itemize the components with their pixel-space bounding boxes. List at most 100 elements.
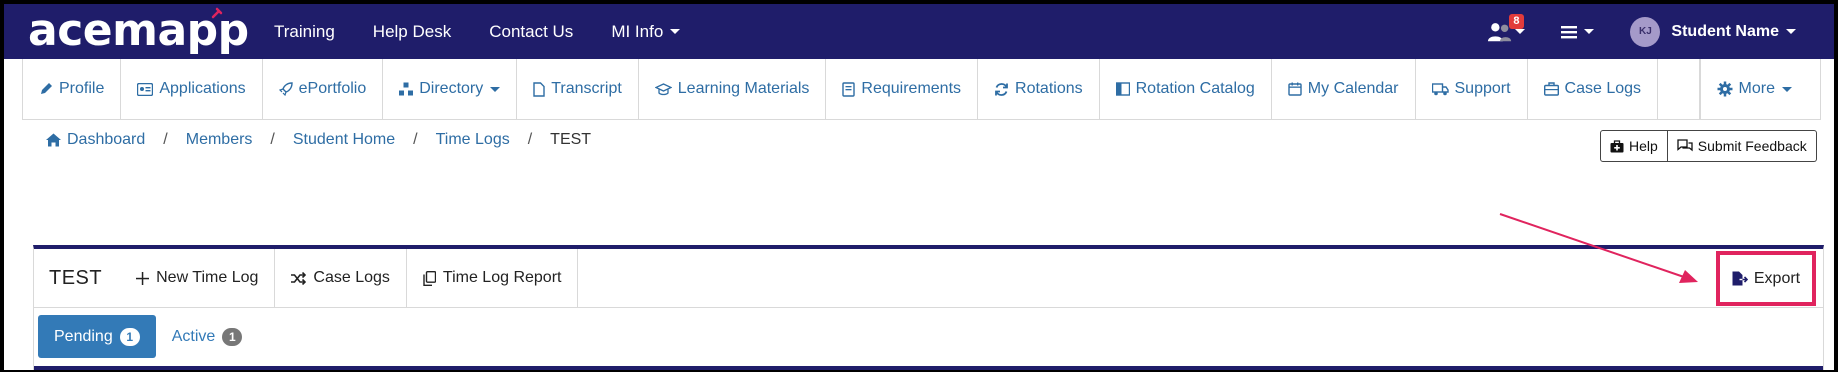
time-log-panel: TEST New Time Log Case Logs Time Log Rep…: [33, 245, 1824, 370]
chevron-down-icon: [1786, 29, 1796, 34]
secondary-nav: Profile Applications ePortfolio Director…: [22, 59, 1821, 120]
breadcrumb-current: TEST: [550, 131, 592, 148]
status-tabs: Pending 1 Active 1: [38, 315, 258, 358]
subnav-transcript[interactable]: Transcript: [517, 59, 639, 119]
book-icon: [842, 81, 856, 97]
subnav-requirements[interactable]: Requirements: [826, 59, 979, 119]
subnav-more[interactable]: More: [1699, 59, 1820, 119]
subnav-label: Rotation Catalog: [1135, 80, 1255, 97]
chevron-down-icon: [490, 86, 501, 92]
app-frame: acemapp Training Help Desk Contact Us MI…: [4, 4, 1834, 370]
tab-pending-count: 1: [119, 327, 140, 346]
nav-help-desk[interactable]: Help Desk: [373, 22, 451, 42]
breadcrumb-separator: /: [163, 131, 168, 148]
avatar[interactable]: KJ: [1630, 16, 1661, 47]
breadcrumb-members[interactable]: Members: [186, 131, 253, 149]
subnav-label: Applications: [159, 80, 246, 97]
plus-icon: [136, 271, 150, 285]
tab-active[interactable]: Active 1: [156, 315, 259, 358]
notifications-button[interactable]: 8: [1487, 13, 1526, 47]
panel-toolbar: TEST New Time Log Case Logs Time Log Rep…: [34, 249, 1823, 308]
export-button[interactable]: Export: [1716, 251, 1816, 306]
medkit-icon: [1610, 139, 1624, 152]
subnav-case-logs[interactable]: Case Logs: [1528, 59, 1659, 119]
tab-pending-label: Pending: [54, 327, 113, 345]
subnav-more-label: More: [1738, 80, 1775, 97]
subnav-spacer: [1658, 59, 1700, 119]
subnav-eportfolio[interactable]: ePortfolio: [263, 59, 384, 119]
export-label: Export: [1753, 269, 1801, 287]
breadcrumb-separator: /: [270, 131, 275, 148]
subnav-label: Profile: [59, 80, 105, 97]
case-logs-button[interactable]: Case Logs: [275, 249, 407, 307]
comments-icon: [1677, 139, 1693, 152]
subnav-rotation-catalog[interactable]: Rotation Catalog: [1100, 59, 1272, 119]
breadcrumb: Dashboard / Members / Student Home / Tim…: [46, 131, 591, 149]
sitemap-icon: [399, 82, 414, 96]
subnav-rotations[interactable]: Rotations: [978, 59, 1100, 119]
refresh-icon: [995, 82, 1008, 96]
breadcrumb-separator: /: [527, 131, 533, 148]
table-header-bar: [34, 366, 1823, 370]
gear-icon: [1717, 81, 1733, 97]
subnav-label: Directory: [419, 80, 484, 97]
breadcrumb-separator: /: [413, 131, 418, 148]
calendar-icon: [1288, 82, 1302, 96]
time-log-report-label: Time Log Report: [442, 269, 562, 286]
graduation-cap-icon: [654, 82, 672, 95]
top-navbar: acemapp Training Help Desk Contact Us MI…: [4, 4, 1834, 59]
new-time-log-label: New Time Log: [156, 269, 259, 286]
copy-icon: [423, 270, 436, 286]
book-open-icon: [1115, 82, 1130, 96]
home-icon: [46, 133, 61, 147]
truck-icon: [1431, 82, 1449, 95]
nav-contact-us[interactable]: Contact Us: [489, 22, 573, 42]
submit-feedback-button[interactable]: Submit Feedback: [1667, 130, 1817, 162]
nav-training[interactable]: Training: [274, 22, 335, 42]
nav-mi-info[interactable]: MI Info: [611, 21, 681, 42]
breadcrumb-student-home[interactable]: Student Home: [293, 131, 395, 149]
top-nav: Training Help Desk Contact Us MI Info: [274, 4, 718, 59]
tab-active-label: Active: [171, 327, 216, 345]
help-button[interactable]: Help: [1600, 130, 1668, 162]
hamburger-menu-button[interactable]: [1561, 25, 1595, 39]
file-icon: [533, 81, 545, 97]
subnav-label: Learning Materials: [677, 80, 810, 97]
subnav-label: ePortfolio: [298, 80, 367, 97]
id-card-icon: [137, 82, 154, 96]
logo-accent-icon: [211, 7, 223, 19]
new-time-log-button[interactable]: New Time Log: [120, 249, 276, 307]
rocket-icon: [278, 82, 293, 96]
subnav-label: Transcript: [551, 80, 622, 97]
subnav-directory[interactable]: Directory: [383, 59, 518, 119]
user-menu[interactable]: Student Name: [1671, 23, 1796, 41]
submit-feedback-label: Submit Feedback: [1697, 138, 1807, 154]
breadcrumb-dashboard[interactable]: Dashboard: [46, 131, 145, 149]
help-label: Help: [1629, 138, 1658, 154]
top-right-controls: 8 KJ Student Name: [1487, 4, 1834, 59]
tab-pending[interactable]: Pending 1: [38, 315, 156, 358]
subnav-applications[interactable]: Applications: [121, 59, 263, 119]
case-logs-label: Case Logs: [313, 269, 390, 286]
user-name: Student Name: [1671, 22, 1779, 40]
pencil-icon: [41, 83, 52, 94]
breadcrumb-label: Dashboard: [67, 131, 146, 148]
time-log-report-button[interactable]: Time Log Report: [407, 249, 579, 307]
chevron-down-icon: [1584, 29, 1595, 34]
subnav-my-calendar[interactable]: My Calendar: [1272, 59, 1416, 119]
briefcase-icon: [1543, 82, 1559, 96]
breadcrumb-time-logs[interactable]: Time Logs: [436, 131, 510, 149]
chevron-down-icon: [1515, 29, 1526, 34]
nav-mi-info-label: MI Info: [611, 21, 664, 41]
subnav-label: Rotations: [1015, 80, 1083, 97]
panel-title: TEST: [49, 266, 103, 289]
subnav-profile[interactable]: Profile: [23, 59, 122, 119]
subnav-learning-materials[interactable]: Learning Materials: [639, 59, 827, 119]
file-export-icon: [1732, 271, 1748, 286]
subnav-support[interactable]: Support: [1416, 59, 1528, 119]
tab-active-count: 1: [222, 327, 243, 346]
notification-badge: 8: [1509, 13, 1524, 29]
hamburger-icon: [1561, 25, 1578, 38]
chevron-down-icon: [670, 29, 681, 34]
subnav-label: Requirements: [861, 80, 962, 97]
